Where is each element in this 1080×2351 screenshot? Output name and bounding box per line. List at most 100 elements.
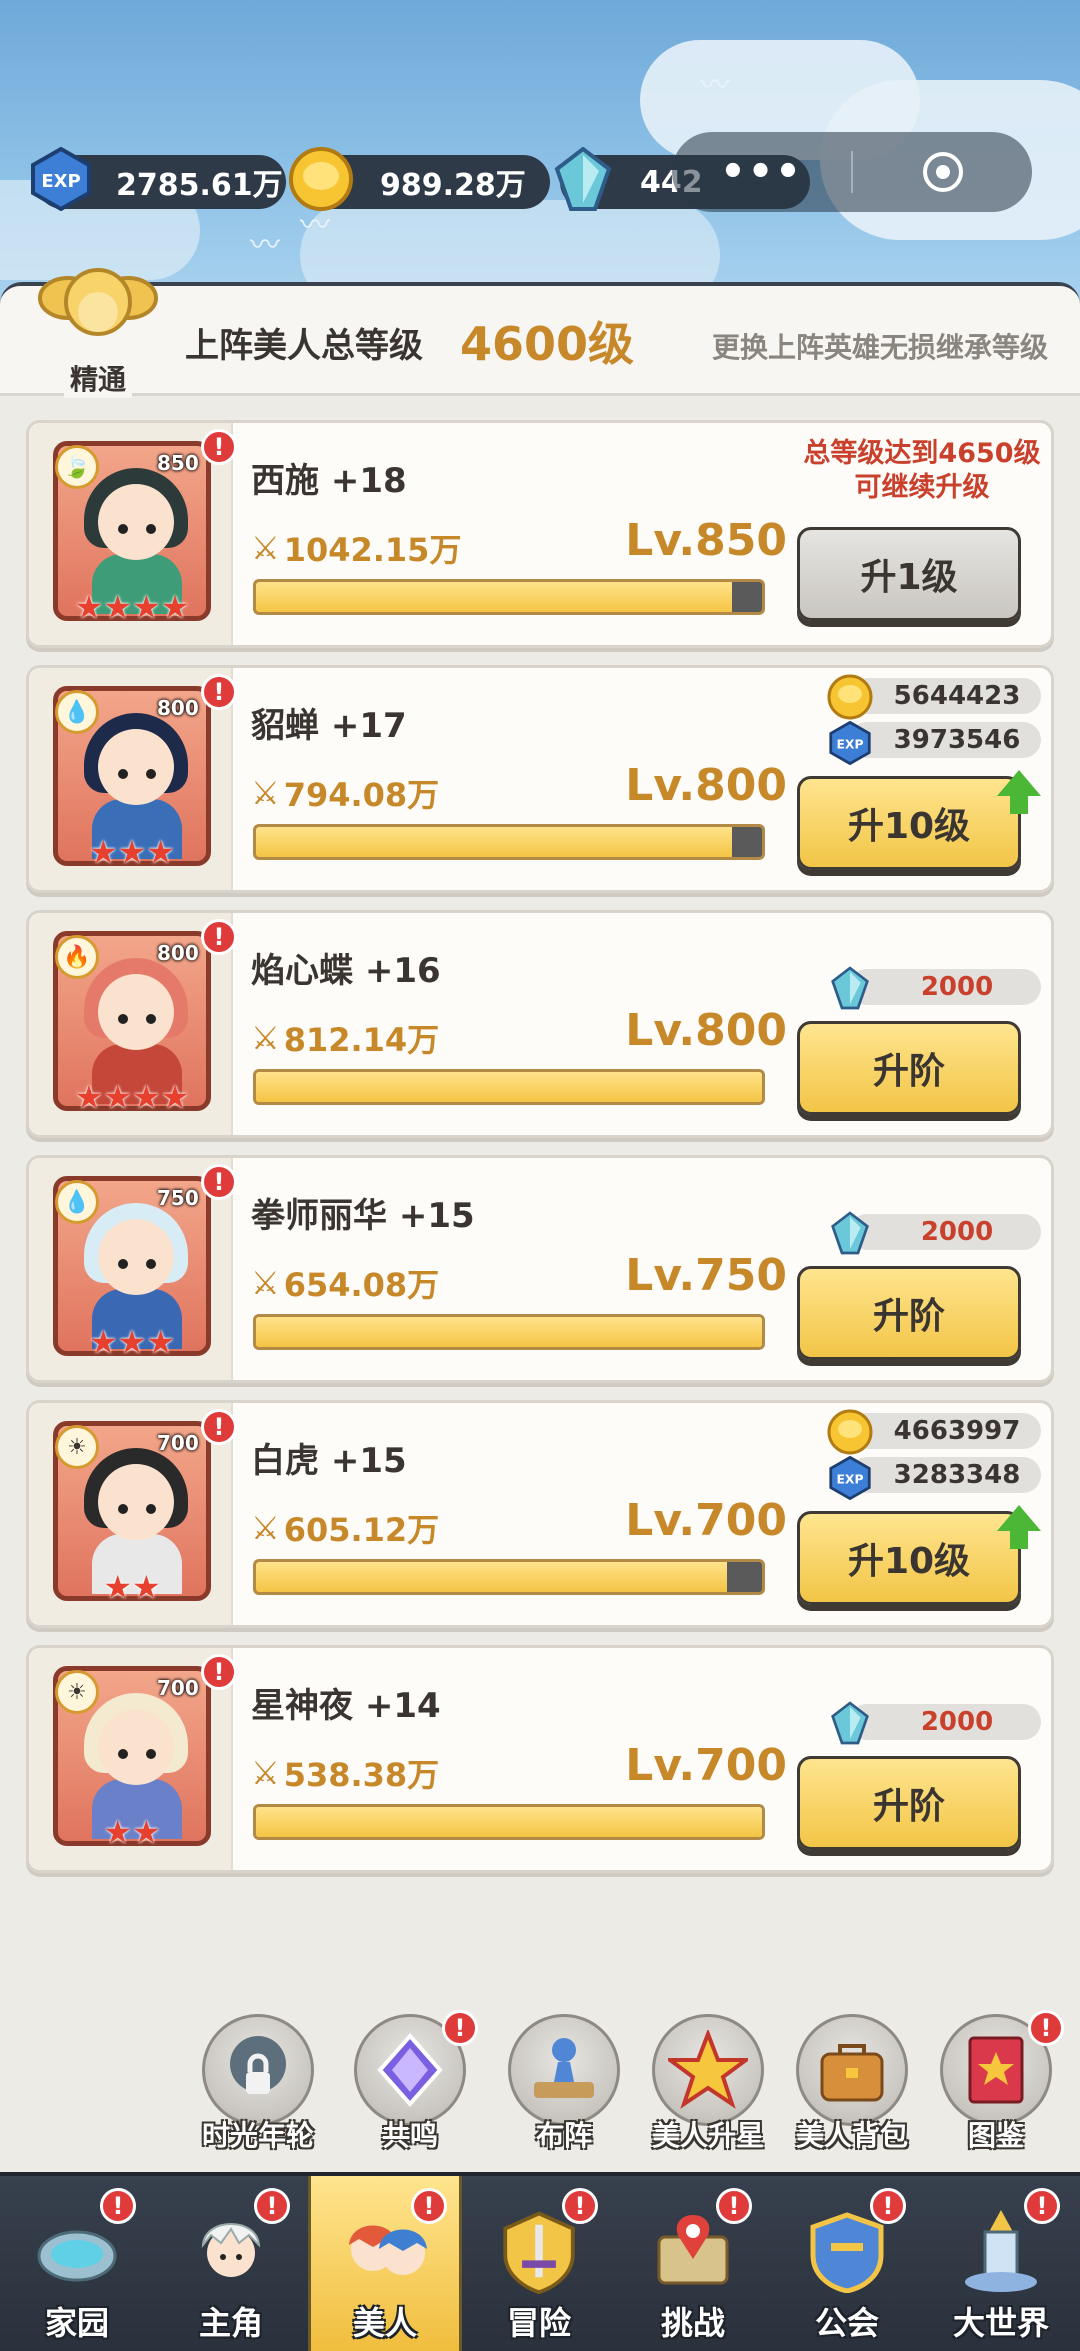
advance-button-label: 升阶 bbox=[872, 1786, 945, 1827]
portrait-level-badge: 750 bbox=[157, 1186, 199, 1210]
alert-badge: ! bbox=[201, 1654, 237, 1690]
hero-portrait-area[interactable]: 💧 750 ! ★★★ bbox=[29, 1158, 237, 1380]
nav-label: 家园 bbox=[44, 2304, 109, 2342]
gold-coin-icon bbox=[286, 144, 356, 214]
nav-tab[interactable]: ! 挑战 bbox=[616, 2176, 770, 2351]
exp-icon: EXP bbox=[26, 144, 96, 214]
function-label: 图鉴 bbox=[967, 2119, 1024, 2152]
inherit-hint: 更换上阵英雄无损继承等级 bbox=[711, 331, 1048, 364]
exp-cost: 3973546 bbox=[849, 722, 1041, 758]
level-progress-fill bbox=[256, 827, 732, 857]
advance-button-label: 升阶 bbox=[872, 1296, 945, 1337]
upgrade-10-button[interactable]: 升10级 bbox=[797, 1511, 1021, 1605]
formation-pawn-icon bbox=[508, 2014, 620, 2126]
svg-text:EXP: EXP bbox=[41, 171, 80, 192]
portrait-level-badge: 800 bbox=[157, 696, 199, 720]
power-value: 812.14万 bbox=[283, 1021, 440, 1059]
hero-card: ☀ 700 ! ★★ 白虎 +15 ⚔ 605.12万 Lv.700 46639… bbox=[26, 1400, 1054, 1628]
star-rating: ★★★★ bbox=[59, 591, 205, 623]
advance-button[interactable]: 升阶 bbox=[797, 1021, 1021, 1115]
upgrade-arrow-icon bbox=[997, 1505, 1041, 1549]
alert-badge: ! bbox=[870, 2188, 906, 2224]
hero-card: 🍃 850 ! ★★★★ 西施 +18 ⚔ 1042.15万 Lv.850 总等… bbox=[26, 420, 1054, 648]
upgrade-button[interactable]: 升1级 bbox=[797, 527, 1021, 621]
upgrade-button-label: 升10级 bbox=[847, 806, 971, 847]
crystal-icon bbox=[825, 963, 875, 1013]
hero-power: ⚔ 654.08万 bbox=[251, 1260, 439, 1306]
alert-badge: ! bbox=[442, 2010, 478, 2046]
hero-portrait-area[interactable]: 🍃 850 ! ★★★★ bbox=[29, 423, 237, 645]
hero-name: 拳师丽华 +15 bbox=[251, 1196, 475, 1236]
hero-power: ⚔ 1042.15万 bbox=[251, 525, 461, 571]
function-button[interactable]: ! 共鸣 bbox=[350, 2010, 478, 2154]
hero-portrait-area[interactable]: ☀ 700 ! ★★ bbox=[29, 1403, 237, 1625]
alert-badge: ! bbox=[1024, 2188, 1060, 2224]
more-dots-icon: ••• bbox=[720, 149, 803, 195]
portrait-level-badge: 700 bbox=[157, 1431, 199, 1455]
alert-badge: ! bbox=[411, 2188, 447, 2224]
hero-portrait-area[interactable]: ☀ 700 ! ★★ bbox=[29, 1648, 237, 1870]
hero-level: Lv.700 bbox=[625, 1740, 787, 1791]
nav-tab[interactable]: ! 家园 bbox=[0, 2176, 154, 2351]
mastery-bow-icon[interactable] bbox=[38, 256, 158, 366]
hero-name: 西施 +18 bbox=[251, 461, 407, 501]
element-icon: 💧 bbox=[55, 690, 99, 734]
power-value: 538.38万 bbox=[283, 1756, 440, 1794]
alert-badge: ! bbox=[201, 1409, 237, 1445]
nav-tab[interactable]: ! 公会 bbox=[770, 2176, 924, 2351]
nav-tab[interactable]: ! 美人 bbox=[308, 2176, 462, 2351]
hero-level: Lv.800 bbox=[625, 1005, 787, 1056]
function-label: 共鸣 bbox=[381, 2119, 438, 2152]
level-progress-bar bbox=[253, 1314, 765, 1350]
function-button[interactable]: 布阵 bbox=[504, 2014, 624, 2154]
backpack-icon bbox=[796, 2014, 908, 2126]
function-button[interactable]: 美人升星 bbox=[648, 2014, 768, 2154]
gold-cost-value: 4663997 bbox=[893, 1416, 1021, 1446]
advance-button-label: 升阶 bbox=[872, 1051, 945, 1092]
hero-level: Lv.800 bbox=[625, 760, 787, 811]
level-progress-bar bbox=[253, 824, 765, 860]
element-icon: ☀ bbox=[55, 1425, 99, 1469]
alert-badge: ! bbox=[201, 674, 237, 710]
function-button[interactable]: 时光年轮 bbox=[198, 2014, 318, 2154]
mini-program-capsule: ••• bbox=[672, 132, 1032, 212]
crystal-cost-value: 2000 bbox=[920, 1217, 994, 1247]
exp-cost-value: 3973546 bbox=[893, 725, 1021, 755]
function-button[interactable]: ! 图鉴 bbox=[936, 2010, 1064, 2154]
portrait-level-badge: 700 bbox=[157, 1676, 199, 1700]
bottom-nav: ! 家园 ! 主角 ! 美人 ! 冒险 ! 挑战 ! 公会 ! 大世界 bbox=[0, 2172, 1080, 2351]
crossed-swords-icon: ⚔ bbox=[251, 529, 280, 567]
portrait-level-badge: 850 bbox=[157, 451, 199, 475]
stars-icon: ★★★ bbox=[88, 1323, 176, 1361]
close-mini-program-button[interactable] bbox=[853, 150, 1032, 194]
advance-button[interactable]: 升阶 bbox=[797, 1266, 1021, 1360]
more-menu-button[interactable]: ••• bbox=[672, 149, 851, 195]
crossed-swords-icon: ⚔ bbox=[251, 774, 280, 812]
gold-cost: 4663997 bbox=[849, 1413, 1041, 1449]
star-up-icon bbox=[652, 2014, 764, 2126]
crystal-cost: 2000 bbox=[849, 969, 1041, 1005]
hero-power: ⚔ 605.12万 bbox=[251, 1505, 439, 1551]
gold-coin-icon bbox=[825, 672, 875, 722]
alert-badge: ! bbox=[562, 2188, 598, 2224]
nav-tab[interactable]: ! 冒险 bbox=[462, 2176, 616, 2351]
element-icon: 🍃 bbox=[55, 445, 99, 489]
hero-power: ⚔ 812.14万 bbox=[251, 1015, 439, 1061]
element-icon: ☀ bbox=[55, 1670, 99, 1714]
crossed-swords-icon: ⚔ bbox=[251, 1019, 280, 1057]
function-button[interactable]: 美人背包 bbox=[792, 2014, 912, 2154]
nav-label: 挑战 bbox=[660, 2304, 725, 2342]
star-rating: ★★★★ bbox=[59, 1081, 205, 1113]
hero-card: 💧 750 ! ★★★ 拳师丽华 +15 ⚔ 654.08万 Lv.750 20… bbox=[26, 1155, 1054, 1383]
nav-label: 主角 bbox=[198, 2304, 263, 2342]
star-rating: ★★★ bbox=[59, 1326, 205, 1358]
nav-tab[interactable]: ! 主角 bbox=[154, 2176, 308, 2351]
nav-tab[interactable]: ! 大世界 bbox=[924, 2176, 1078, 2351]
hero-portrait-area[interactable]: 🔥 800 ! ★★★★ bbox=[29, 913, 237, 1135]
upgrade-button-label: 升10级 bbox=[847, 1541, 971, 1582]
advance-button[interactable]: 升阶 bbox=[797, 1756, 1021, 1850]
alert-badge: ! bbox=[100, 2188, 136, 2224]
upgrade-10-button[interactable]: 升10级 bbox=[797, 776, 1021, 870]
hero-portrait-area[interactable]: 💧 800 ! ★★★ bbox=[29, 668, 237, 890]
level-progress-fill bbox=[256, 1807, 762, 1837]
